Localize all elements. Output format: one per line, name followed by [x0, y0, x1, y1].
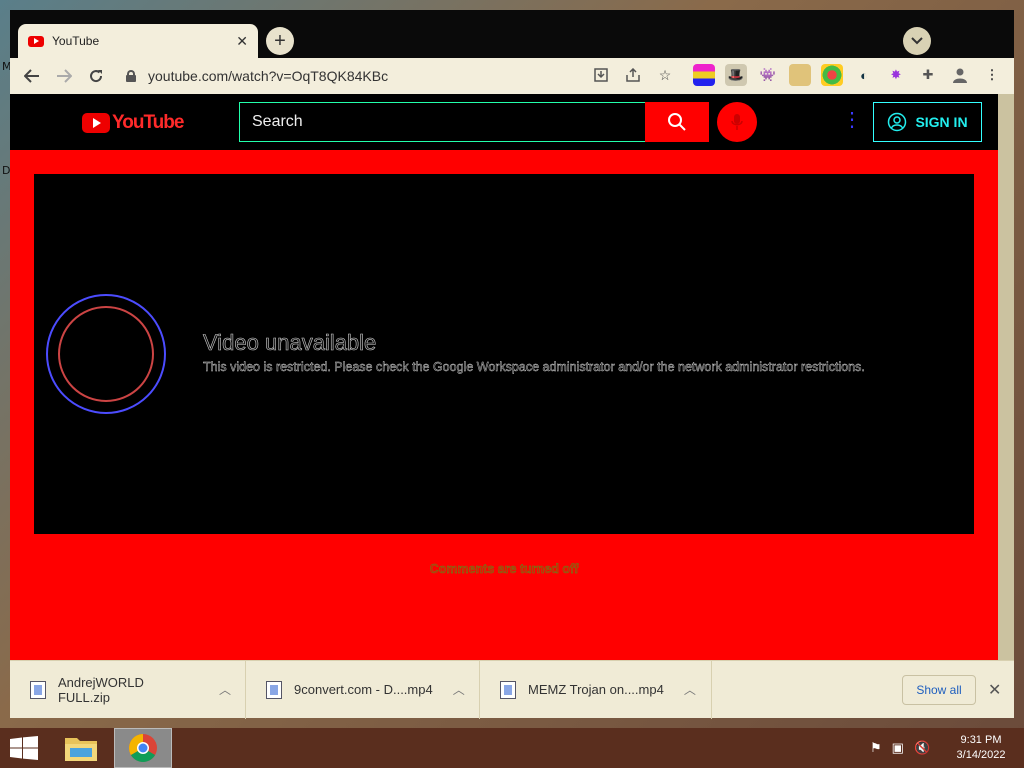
sign-in-label: SIGN IN	[915, 114, 968, 130]
new-tab-button[interactable]: +	[266, 27, 294, 55]
settings-menu-icon[interactable]: ⋮	[842, 110, 862, 130]
extension-color-icon[interactable]	[821, 64, 843, 86]
extension-doge-icon[interactable]	[789, 64, 811, 86]
download-filename: 9convert.com - D....mp4	[294, 682, 433, 697]
youtube-logo-text: YouTube	[112, 112, 184, 133]
close-shelf-icon[interactable]: ✕	[988, 680, 1001, 700]
back-button[interactable]	[16, 60, 48, 92]
download-item[interactable]: 9convert.com - D....mp4 ︿	[246, 660, 480, 719]
clock-date: 3/14/2022	[956, 749, 1006, 761]
volume-muted-icon[interactable]: 🔇	[914, 740, 930, 756]
action-center-flag-icon[interactable]: ⚑	[870, 740, 882, 756]
comments-status: Comments are turned off	[429, 562, 579, 576]
system-clock[interactable]: 9:31 PM 3/14/2022	[944, 733, 1018, 763]
show-all-downloads-button[interactable]: Show all	[902, 675, 976, 705]
extension-hat-icon[interactable]: 🎩	[725, 64, 747, 86]
windows-logo-icon	[10, 736, 38, 760]
start-button[interactable]	[0, 728, 48, 768]
lock-icon[interactable]	[126, 70, 136, 82]
browser-window: YouTube ✕ + youtube.com/watch?v=OqT8QK84…	[10, 10, 1014, 719]
reload-icon	[90, 70, 103, 83]
sign-in-button[interactable]: SIGN IN	[873, 102, 982, 142]
folder-icon	[65, 738, 97, 761]
download-filename: MEMZ Trojan on....mp4	[528, 682, 664, 697]
account-circle-icon	[888, 112, 907, 132]
chevron-down-icon	[911, 37, 923, 45]
network-icon[interactable]: ▣	[892, 740, 904, 756]
youtube-logo[interactable]: YouTube	[82, 112, 184, 134]
browser-menu-icon[interactable]: ⋮	[981, 64, 1003, 86]
forward-arrow-icon	[57, 69, 72, 83]
youtube-masthead: YouTube Search ⋮ SIGN IN	[10, 94, 998, 150]
extension-burst-icon[interactable]: ✸	[885, 64, 907, 86]
chevron-up-icon[interactable]: ︿	[684, 681, 696, 698]
clock-time: 9:31 PM	[960, 734, 1002, 746]
browser-toolbar: youtube.com/watch?v=OqT8QK84KBc ☆ 🎩 👾 ◐ …	[10, 58, 1014, 94]
youtube-favicon-icon	[28, 35, 44, 47]
video-file-icon	[500, 680, 516, 699]
search-icon	[668, 113, 686, 131]
share-icon[interactable]	[622, 64, 644, 86]
zip-file-icon	[30, 680, 46, 699]
chrome-icon	[129, 734, 157, 762]
reload-button[interactable]	[80, 60, 112, 92]
video-player[interactable]: Video unavailable This video is restrict…	[34, 174, 974, 534]
tab-search-button[interactable]	[903, 27, 931, 55]
back-arrow-icon	[24, 69, 39, 83]
video-file-icon	[266, 680, 282, 699]
error-circle-inner	[58, 306, 154, 402]
close-tab-icon[interactable]: ✕	[236, 33, 248, 50]
download-item[interactable]: MEMZ Trojan on....mp4 ︿	[480, 660, 712, 719]
download-filename: AndrejWORLD FULL.zip	[57, 674, 144, 705]
profile-avatar-icon[interactable]	[949, 64, 971, 86]
error-message: This video is restricted. Please check t…	[203, 360, 865, 374]
search-placeholder: Search	[252, 113, 303, 130]
tab-youtube[interactable]: YouTube ✕	[18, 24, 258, 58]
taskbar: ⚑ ▣ 🔇 9:31 PM 3/14/2022	[0, 728, 1024, 768]
extension-globe-icon[interactable]: ◐	[853, 64, 875, 86]
chevron-up-icon[interactable]: ︿	[453, 681, 465, 698]
tab-strip: YouTube ✕ +	[10, 10, 1014, 58]
extension-1-icon[interactable]	[693, 64, 715, 86]
search-button[interactable]	[645, 102, 709, 142]
search-input[interactable]: Search	[239, 102, 645, 142]
taskbar-chrome[interactable]	[114, 728, 172, 768]
chevron-up-icon[interactable]: ︿	[219, 681, 231, 698]
downloads-shelf: AndrejWORLD FULL.zip ︿ 9convert.com - D.…	[10, 660, 1014, 719]
forward-button[interactable]	[48, 60, 80, 92]
microphone-icon	[731, 114, 743, 130]
download-item[interactable]: AndrejWORLD FULL.zip ︿	[10, 660, 246, 719]
extensions-puzzle-icon[interactable]: ✚	[917, 64, 939, 86]
bookmark-star-icon[interactable]: ☆	[654, 64, 676, 86]
tab-title: YouTube	[52, 34, 100, 48]
youtube-page: YouTube Search ⋮ SIGN IN Video unavailab…	[10, 94, 998, 660]
taskbar-file-explorer[interactable]	[52, 728, 110, 768]
install-app-icon[interactable]	[590, 64, 612, 86]
error-title: Video unavailable	[203, 330, 377, 356]
youtube-play-icon	[82, 113, 110, 133]
voice-search-button[interactable]	[717, 102, 757, 142]
extension-alien-icon[interactable]: 👾	[757, 64, 779, 86]
url-text: youtube.com/watch?v=OqT8QK84KBc	[148, 68, 389, 84]
system-tray: ⚑ ▣ 🔇	[870, 740, 930, 756]
